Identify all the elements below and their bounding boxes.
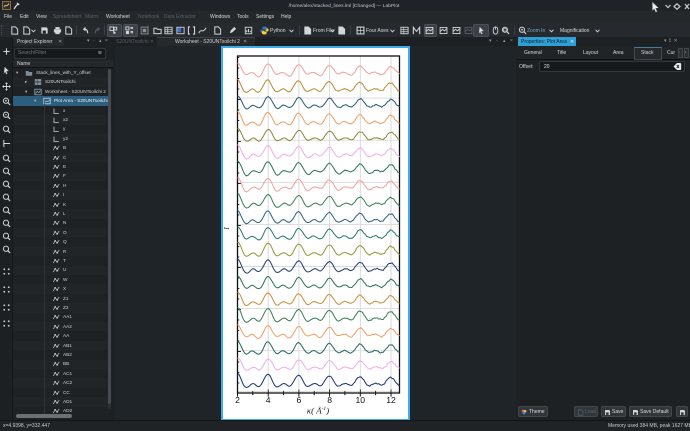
svg-text:6: 6 — [297, 395, 302, 405]
svg-text:12: 12 — [386, 395, 396, 405]
svg-text:10: 10 — [356, 395, 366, 405]
svg-text:κ( Å-1): κ( Å-1) — [307, 405, 329, 415]
svg-text:2: 2 — [235, 395, 240, 405]
svg-text:8: 8 — [327, 395, 332, 405]
svg-text:4: 4 — [266, 395, 271, 405]
